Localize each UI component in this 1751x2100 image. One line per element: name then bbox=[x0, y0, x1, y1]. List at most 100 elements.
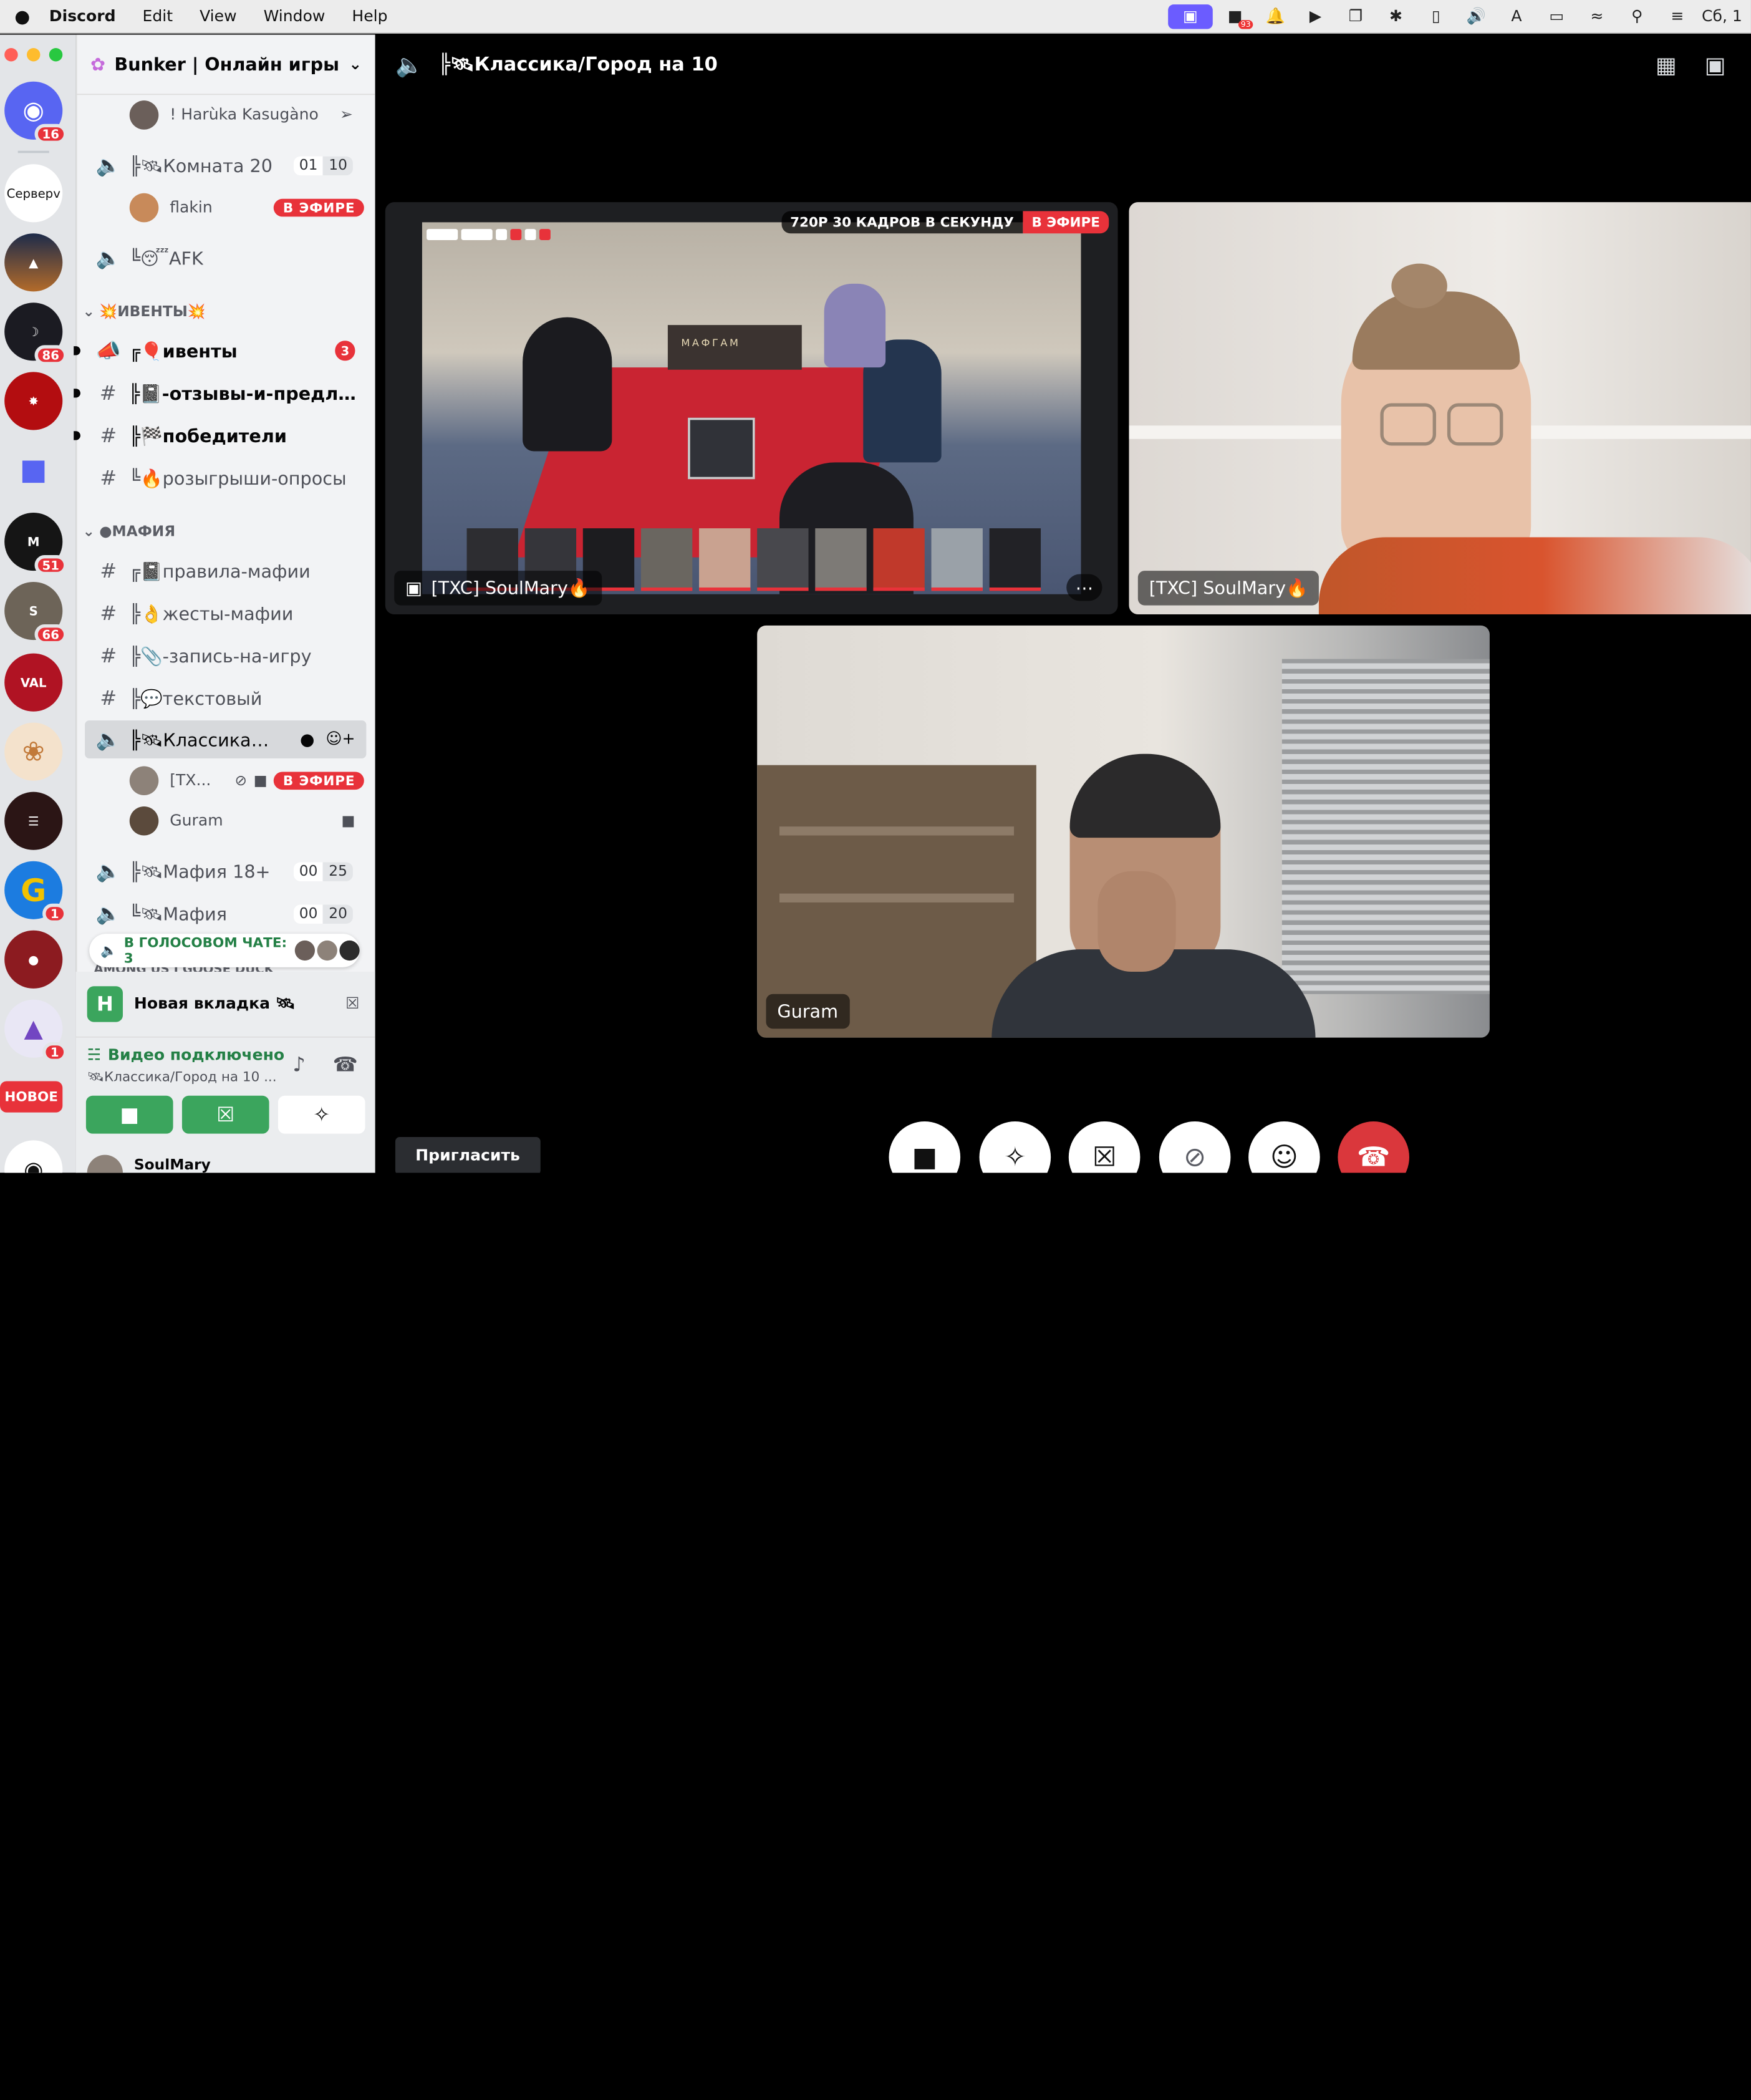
layout-grid-icon[interactable]: ▦ bbox=[1649, 48, 1683, 82]
server-icon-10[interactable]: ☰ bbox=[4, 791, 63, 850]
stop-stream-icon[interactable]: ☒ bbox=[345, 995, 359, 1014]
zoom-window-button[interactable] bbox=[49, 48, 63, 62]
screen-share-toggle-button[interactable]: ☒ bbox=[181, 1095, 269, 1134]
more-options-icon[interactable]: ⋯ bbox=[1066, 574, 1102, 601]
chat-bubble-icon[interactable]: ● bbox=[300, 729, 314, 749]
leave-call-button[interactable]: ☎ bbox=[1338, 1121, 1409, 1173]
play-icon[interactable]: ▶ bbox=[1298, 4, 1333, 29]
menu-help[interactable]: Help bbox=[339, 7, 401, 26]
server-11-badge: 1 bbox=[42, 903, 67, 924]
avatar bbox=[129, 766, 159, 796]
voice-user-flakin[interactable]: flakin В ЭФИРЕ bbox=[129, 191, 364, 225]
activities-control-button[interactable]: ✧ bbox=[979, 1121, 1051, 1173]
phone-icon[interactable]: ▯ bbox=[1418, 4, 1454, 29]
voice-channel-mafia[interactable]: 🔈 ╚🛰Мафия 00 20 bbox=[85, 894, 366, 932]
player-figure bbox=[523, 317, 612, 452]
menu-edit[interactable]: Edit bbox=[129, 7, 186, 26]
user-panel[interactable]: SoulMary bbox=[75, 1148, 375, 1173]
inbox-icon[interactable]: ▣ bbox=[1699, 48, 1732, 82]
camera-tile-soulmary[interactable]: [TXC] SoulMary🔥 bbox=[1129, 202, 1751, 614]
new-tab-row[interactable]: H Новая вкладка 🛰 ☒ bbox=[75, 971, 375, 1037]
server-7-badge: 66 bbox=[34, 624, 67, 645]
text-channel-giveaways[interactable]: # ╚🔥розыгрыши-опросы bbox=[85, 459, 366, 497]
folder-icon[interactable]: ■ bbox=[4, 441, 62, 499]
channel-name: ╠📎-запись-на-игру bbox=[129, 645, 312, 667]
add-user-icon[interactable]: ☺+ bbox=[326, 730, 355, 748]
voice-channel-classic-selected[interactable]: 🔈 ╠🛰Классика/Гор... ● ☺+ bbox=[85, 720, 367, 758]
text-channel-winners[interactable]: # ╠🏁победители bbox=[74, 417, 366, 455]
server-icon-9[interactable]: ❀ bbox=[4, 722, 63, 781]
avatar bbox=[317, 940, 337, 961]
camera-toggle-button[interactable]: ■ bbox=[85, 1095, 173, 1134]
text-channel-mafia-gestures[interactable]: # ╠👌жесты-мафии bbox=[85, 594, 366, 632]
server-icon-13[interactable]: ▲ 1 bbox=[4, 999, 67, 1063]
activities-button[interactable]: ✧ bbox=[277, 1095, 365, 1134]
noise-suppression-icon[interactable]: ♪ bbox=[292, 1053, 306, 1077]
input-source-icon[interactable]: A bbox=[1498, 4, 1534, 29]
voice-channel-room20[interactable]: 🔈 ╠🛰Комната 20 01 10 bbox=[85, 147, 366, 185]
server-header[interactable]: ✿ Bunker | Онлайн игры ⌄ bbox=[77, 35, 375, 95]
voice-channel-mafia18[interactable]: 🔈 ╠🛰Мафия 18+ 00 25 bbox=[85, 852, 366, 890]
category-mafia[interactable]: ⌄ ●МАФИЯ bbox=[83, 524, 176, 541]
text-channel-mafia-rules[interactable]: # ╔📓правила-мафии bbox=[85, 552, 366, 590]
window-traffic-lights bbox=[4, 48, 63, 62]
app-tray-icon[interactable]: ■ 93 bbox=[1217, 4, 1253, 29]
server-icon-6[interactable]: M 51 bbox=[4, 512, 67, 576]
voice-user-txc[interactable]: [TX... ⊘ ■ В ЭФИРЕ bbox=[129, 764, 364, 798]
control-center-icon[interactable]: ≡ bbox=[1659, 4, 1695, 29]
connection-panel: ☵ Видео подключено 🛰Классика/Город на 10… bbox=[75, 1036, 375, 1148]
server-icon-2[interactable]: ▲ bbox=[4, 233, 63, 292]
camera-icon: ■ bbox=[341, 812, 355, 830]
channel-name: ╠📓-отзывы-и-предло... bbox=[128, 382, 367, 404]
bluetooth-icon[interactable]: ✱ bbox=[1378, 4, 1414, 29]
voice-user-guram[interactable]: Guram ■ bbox=[129, 804, 364, 838]
camera-tile-guram[interactable]: Guram bbox=[757, 625, 1490, 1038]
disconnect-icon[interactable]: ☎ bbox=[333, 1053, 358, 1077]
server-icon-12[interactable]: ● bbox=[4, 930, 63, 989]
menu-app-discord[interactable]: Discord bbox=[45, 7, 129, 26]
minimize-window-button[interactable] bbox=[26, 48, 41, 62]
stream-tile[interactable]: МАФГАМ 720P 30 КАДРОВ В СЕКУНДУ В ЭФИРЕ … bbox=[385, 202, 1118, 614]
server-icon-8[interactable]: VAL bbox=[4, 653, 63, 712]
close-window-button[interactable] bbox=[4, 48, 18, 62]
text-channel-signup[interactable]: # ╠📎-запись-на-игру bbox=[85, 637, 366, 675]
server-icon-4[interactable]: ✸ bbox=[4, 372, 63, 430]
text-channel-feedback[interactable]: # ╠📓-отзывы-и-предло... bbox=[74, 374, 367, 412]
notification-bell-icon[interactable]: 🔔 bbox=[1257, 4, 1293, 29]
voice-user-haruka[interactable]: ! Harùka Kasugàno ➢ bbox=[129, 99, 364, 132]
discover-icon[interactable]: ◉ bbox=[4, 1140, 63, 1173]
menubar-clock[interactable]: Сб, 1 bbox=[1700, 4, 1745, 29]
server-icon-3[interactable]: ☽ 86 bbox=[4, 302, 67, 365]
channel-name: ╚😴AFK bbox=[129, 247, 203, 269]
invite-button[interactable]: Пригласить bbox=[395, 1137, 541, 1173]
connection-status[interactable]: ☵ Видео подключено bbox=[87, 1047, 284, 1065]
user-name: flakin bbox=[170, 198, 213, 217]
screen-share-control-button[interactable]: ☒ bbox=[1068, 1121, 1141, 1173]
windows-icon[interactable]: ❐ bbox=[1338, 4, 1373, 29]
screen-share-tray-icon[interactable]: ▣ bbox=[1168, 4, 1213, 29]
home-discord-button[interactable]: ◉ 16 bbox=[4, 81, 67, 145]
server-icon-7[interactable]: S 66 bbox=[4, 582, 67, 645]
stream-user-name: [TXC] SoulMary🔥 bbox=[431, 577, 591, 599]
mute-mic-control-button[interactable]: ⊘ bbox=[1159, 1121, 1231, 1173]
menu-window[interactable]: Window bbox=[250, 7, 339, 26]
volume-icon[interactable]: 🔊 bbox=[1459, 4, 1494, 29]
voice-channel-afk[interactable]: 🔈 ╚😴AFK bbox=[85, 239, 366, 277]
connection-channel[interactable]: 🛰Классика/Город на 10 ... bbox=[87, 1069, 277, 1085]
servers-folder-button[interactable]: Серверv bbox=[4, 164, 63, 223]
battery-icon[interactable]: ▭ bbox=[1539, 4, 1575, 29]
server-icon-11[interactable]: G1 bbox=[4, 861, 67, 924]
new-servers-button[interactable]: НОВОЕ bbox=[0, 1081, 63, 1113]
camera-control-button[interactable]: ■ bbox=[889, 1121, 961, 1173]
category-events[interactable]: ⌄ 💥ИВЕНТЫ💥 bbox=[83, 304, 206, 321]
apple-menu-icon[interactable]: ● bbox=[0, 6, 45, 27]
wifi-icon[interactable]: ≈ bbox=[1579, 4, 1614, 29]
camera-nametag: [TXC] SoulMary🔥 bbox=[1137, 571, 1319, 606]
spotlight-search-icon[interactable]: ⚲ bbox=[1619, 4, 1655, 29]
soundboard-control-button[interactable]: ☺ bbox=[1248, 1121, 1320, 1173]
text-channel-text[interactable]: # ╠💬текстовый bbox=[85, 679, 366, 717]
voice-chat-pill[interactable]: 🔈 В ГОЛОСОВОМ ЧАТЕ: 3 bbox=[89, 934, 360, 967]
menu-view[interactable]: View bbox=[186, 7, 250, 26]
announcement-channel-events[interactable]: 📣 ╔🎈ивенты 3 bbox=[74, 332, 366, 370]
camera-user-name: [TXC] SoulMary🔥 bbox=[1149, 577, 1308, 599]
